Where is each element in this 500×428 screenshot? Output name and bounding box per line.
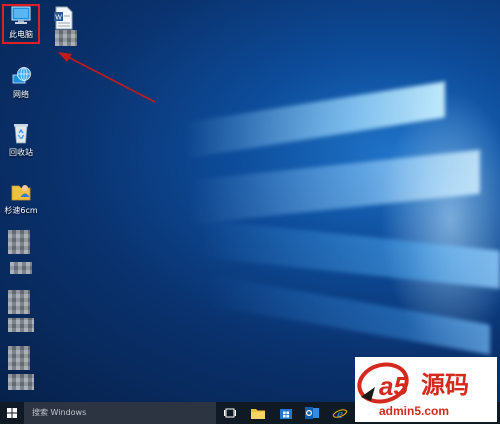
blurred-label xyxy=(8,318,34,332)
user-folder-label: 杉速6cm xyxy=(4,206,38,215)
svg-text:e: e xyxy=(337,406,343,421)
network-globe-icon xyxy=(12,67,31,84)
recycle-bin-icon xyxy=(14,124,28,144)
internet-explorer-icon: e xyxy=(332,406,348,421)
watermark-brand-mark: a5 xyxy=(379,371,408,401)
user-folder-icon xyxy=(11,185,31,201)
watermark-logo: a5 源码 admin5.com xyxy=(355,357,497,422)
annotation-arrow xyxy=(58,52,156,103)
user-folder-shortcut[interactable]: 杉速6cm xyxy=(2,180,40,216)
blurred-icon[interactable] xyxy=(8,290,30,314)
start-button[interactable] xyxy=(0,402,24,424)
windows-logo-icon xyxy=(7,408,17,418)
search-box[interactable]: 搜索 Windows xyxy=(24,402,216,424)
internet-explorer-button[interactable]: e xyxy=(332,405,348,421)
recycle-bin-label: 回收站 xyxy=(9,148,33,157)
network-label: 网络 xyxy=(13,90,29,99)
desktop-background: 此电脑 W 网络 回收站 杉速6cm xyxy=(0,0,500,402)
recycle-bin-shortcut[interactable]: 回收站 xyxy=(2,122,40,158)
watermark-site: admin5.com xyxy=(379,404,449,418)
outlook-icon xyxy=(305,407,319,419)
blurred-icon[interactable] xyxy=(8,346,30,370)
blurred-icon[interactable] xyxy=(8,230,30,254)
task-view-icon xyxy=(224,408,236,418)
network-shortcut[interactable]: 网络 xyxy=(2,66,40,100)
blurred-label xyxy=(8,374,34,390)
watermark-brand-text: 源码 xyxy=(421,371,469,399)
blurred-label xyxy=(10,262,32,274)
folder-icon xyxy=(251,409,265,419)
store-icon xyxy=(280,409,292,419)
task-view-button[interactable] xyxy=(222,405,238,421)
a5-logo-icon: a5 源码 admin5.com xyxy=(357,362,469,418)
file-explorer-button[interactable] xyxy=(250,405,266,421)
outlook-button[interactable] xyxy=(304,405,320,421)
store-button[interactable] xyxy=(278,405,294,421)
